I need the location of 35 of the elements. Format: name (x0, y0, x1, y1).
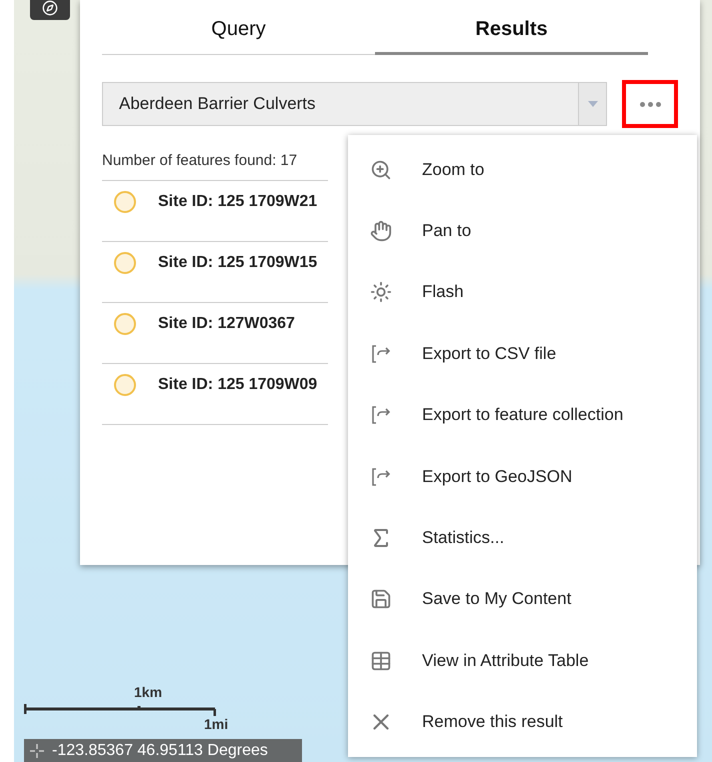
menu-item[interactable]: Save to My Content (348, 568, 697, 630)
menu-item[interactable]: Export to GeoJSON (348, 446, 697, 508)
result-row[interactable]: Site ID: 125 1709W21 (102, 181, 328, 242)
result-row[interactable]: Site ID: 125 1709W09 (102, 364, 328, 425)
compass-icon (42, 0, 58, 16)
more-options-button[interactable] (622, 80, 678, 128)
tab[interactable]: Query (102, 0, 375, 55)
layer-dropdown[interactable]: Aberdeen Barrier Culverts (102, 82, 608, 126)
scale-label: 1mi (204, 716, 228, 732)
menu-item[interactable]: Zoom to (348, 139, 697, 200)
flash-icon (370, 281, 392, 304)
tab[interactable]: Results (375, 0, 648, 55)
menu-item[interactable]: Statistics... (348, 507, 697, 569)
hand-icon (370, 220, 392, 242)
result-row[interactable]: Site ID: 127W0367 (102, 303, 328, 364)
zoom-icon (370, 158, 392, 181)
menu-item[interactable]: Export to CSV file (348, 323, 697, 385)
result-row[interactable]: Site ID: 125 1709W15 (102, 242, 328, 303)
feature-count: Number of features found: 17 (102, 152, 328, 181)
menu-item[interactable]: Export to feature collection (348, 384, 697, 446)
save-icon (370, 588, 392, 610)
coordinates-bar: -123.85367 46.95113 Degrees (24, 739, 302, 762)
caret-icon (588, 101, 598, 107)
menu-item[interactable]: Pan to (348, 200, 697, 262)
menu-item[interactable]: View in Attribute Table (348, 630, 697, 692)
table-icon (370, 650, 392, 672)
export-icon (370, 342, 392, 365)
menu-item[interactable]: Flash (348, 262, 697, 324)
scale-label: 1km (134, 684, 162, 700)
scale-bar-icon (24, 702, 216, 716)
crosshair-icon[interactable] (30, 744, 44, 758)
export-icon (370, 466, 392, 488)
export-icon (370, 404, 392, 426)
menu-item[interactable]: Remove this result (348, 692, 697, 753)
compass-button[interactable] (30, 0, 70, 20)
